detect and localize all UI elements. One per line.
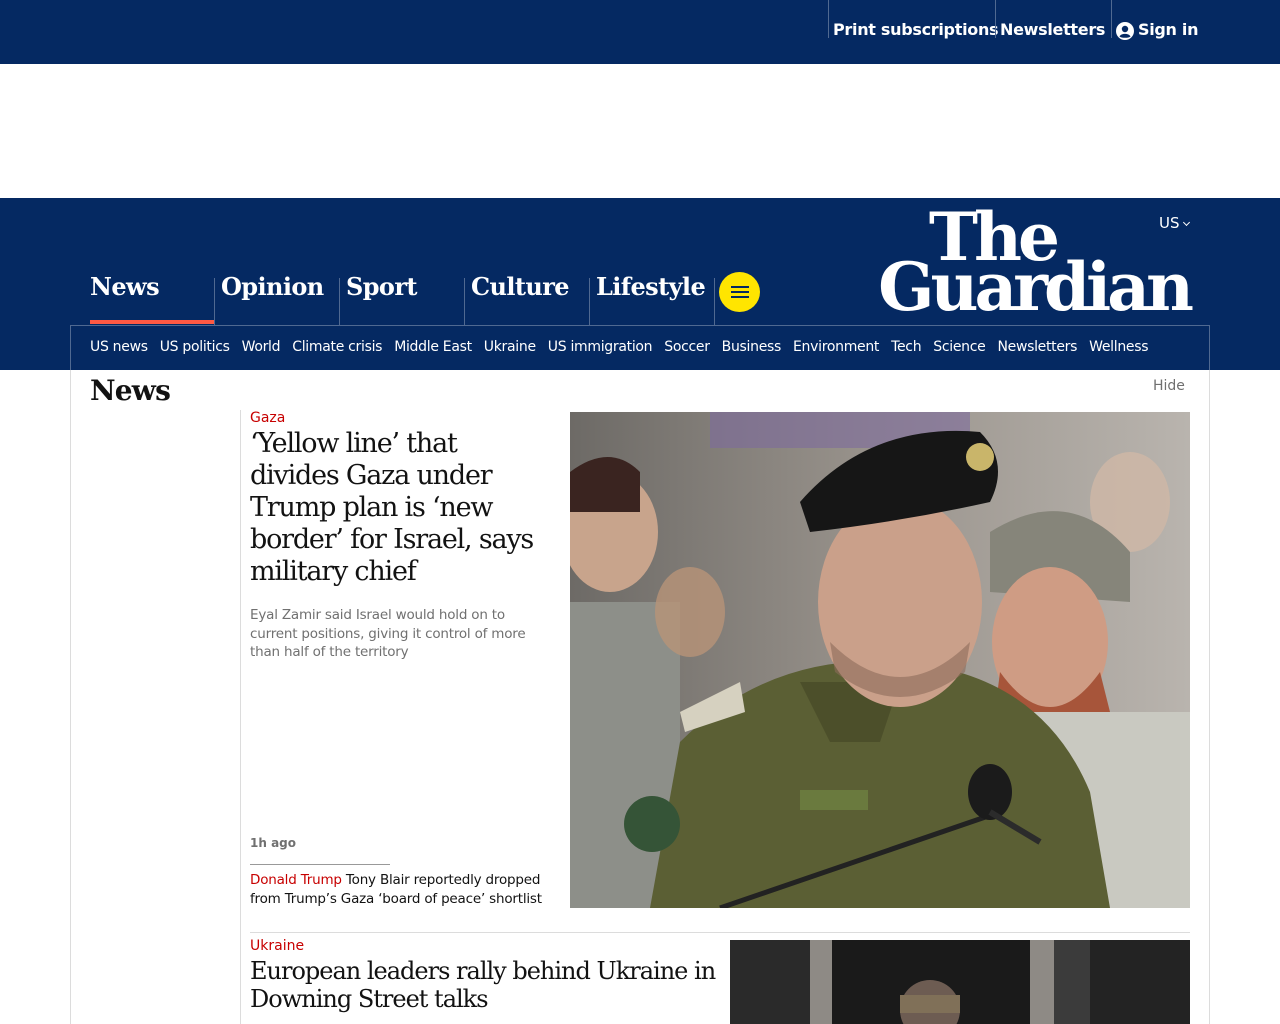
sublink-story[interactable]: Donald Trump Tony Blair reportedly dropp… [250, 871, 555, 908]
subnav-business[interactable]: Business [722, 339, 782, 355]
divider [214, 278, 215, 326]
menu-button[interactable] [719, 272, 760, 312]
second-story-image[interactable] [730, 940, 1190, 1024]
subnav-us-news[interactable]: US news [90, 339, 148, 355]
subnav-us-politics[interactable]: US politics [160, 339, 230, 355]
ad-slot [0, 64, 1280, 198]
divider [70, 325, 71, 370]
section-title: News [90, 374, 171, 407]
subnav-soccer[interactable]: Soccer [664, 339, 710, 355]
pillar-culture[interactable]: Culture [471, 272, 570, 326]
divider [240, 410, 241, 1024]
guardian-logo[interactable]: The Guardian [878, 204, 1194, 326]
sign-in-link[interactable]: Sign in [1138, 20, 1199, 39]
subnav-world[interactable]: World [242, 339, 281, 355]
divider [339, 278, 340, 326]
divider [1209, 370, 1210, 1024]
subnav-middle-east[interactable]: Middle East [394, 339, 472, 355]
divider [828, 0, 829, 38]
subnav-climate-crisis[interactable]: Climate crisis [292, 339, 382, 355]
subnav-ukraine[interactable]: Ukraine [484, 339, 536, 355]
divider [70, 325, 1210, 326]
pillar-sport[interactable]: Sport [346, 272, 417, 326]
subnav-science[interactable]: Science [933, 339, 985, 355]
divider [250, 864, 390, 865]
user-icon[interactable] [1116, 22, 1134, 40]
logo-line-2: Guardian [878, 248, 1194, 326]
masthead: US The Guardian News Opinion Sport Cultu… [0, 198, 1280, 370]
pillar-opinion[interactable]: Opinion [221, 272, 324, 326]
lead-standfirst: Eyal Zamir said Israel would hold on to … [250, 607, 526, 660]
divider [464, 278, 465, 326]
pillar-lifestyle[interactable]: Lifestyle [596, 272, 706, 326]
divider [995, 0, 996, 38]
subnav-tech[interactable]: Tech [891, 339, 921, 355]
subnav-us-immigration[interactable]: US immigration [548, 339, 653, 355]
subnav-newsletters[interactable]: Newsletters [997, 339, 1077, 355]
newsletters-link[interactable]: Newsletters [1000, 20, 1105, 39]
divider [589, 278, 590, 326]
divider [1209, 325, 1210, 370]
pillar-news[interactable]: News [90, 272, 160, 326]
hide-section-button[interactable]: Hide [1153, 378, 1185, 394]
subnav-wellness[interactable]: Wellness [1089, 339, 1148, 355]
lead-headline[interactable]: ‘Yellow line’ that divides Gaza under Tr… [250, 428, 550, 588]
lead-kicker[interactable]: Gaza [250, 410, 285, 426]
divider [70, 370, 71, 1024]
lead-timestamp: 1h ago [250, 836, 297, 850]
active-pillar-indicator [90, 320, 214, 324]
second-kicker[interactable]: Ukraine [250, 938, 304, 954]
top-utility-bar: Print subscriptions Newsletters Sign in [0, 0, 1280, 64]
subnav: US news US politics World Climate crisis… [90, 339, 1160, 355]
subnav-environment[interactable]: Environment [793, 339, 879, 355]
second-photo [730, 940, 1190, 1024]
lead-story-image[interactable] [570, 412, 1190, 908]
divider [250, 932, 1190, 933]
divider [1111, 0, 1112, 38]
lead-photo [570, 412, 1190, 908]
sublink-kicker: Donald Trump [250, 872, 342, 888]
divider [714, 278, 715, 326]
second-headline[interactable]: European leaders rally behind Ukraine in… [250, 957, 720, 1013]
print-subscriptions-link[interactable]: Print subscriptions [833, 20, 999, 39]
